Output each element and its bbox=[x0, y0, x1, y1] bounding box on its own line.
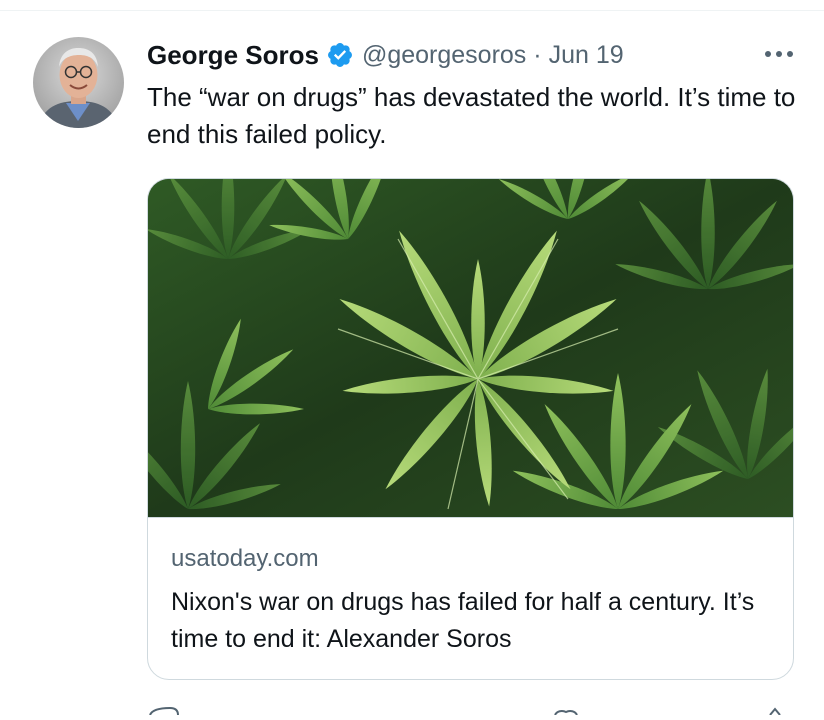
cannabis-plant-photo bbox=[148, 179, 793, 517]
card-divider bbox=[148, 517, 793, 518]
tweet-text: The “war on drugs” has devastated the wo… bbox=[147, 82, 796, 149]
more-options-button[interactable] bbox=[762, 44, 796, 64]
divider bbox=[0, 10, 824, 11]
avatar-photo bbox=[33, 37, 124, 128]
like-icon bbox=[554, 710, 578, 716]
separator-dot: · bbox=[533, 40, 542, 69]
more-horizontal-icon bbox=[765, 51, 793, 57]
action-bar bbox=[0, 702, 824, 716]
link-card[interactable]: usatoday.com Nixon's war on drugs has fa… bbox=[147, 178, 794, 680]
tweet-header: George Soros @georgesoros · Jun 19 bbox=[147, 38, 624, 72]
card-domain: usatoday.com bbox=[171, 545, 319, 572]
avatar[interactable] bbox=[33, 37, 124, 128]
verified-badge-icon bbox=[326, 41, 354, 69]
tweet-date[interactable]: Jun 19 bbox=[549, 41, 624, 70]
card-image[interactable] bbox=[148, 179, 793, 517]
display-name[interactable]: George Soros bbox=[147, 40, 319, 71]
tweet[interactable]: George Soros @georgesoros · Jun 19 The “… bbox=[0, 0, 824, 716]
card-title: Nixon's war on drugs has failed for half… bbox=[171, 588, 755, 653]
author-handle[interactable]: @georgesoros bbox=[362, 41, 526, 70]
reply-icon bbox=[149, 706, 179, 716]
